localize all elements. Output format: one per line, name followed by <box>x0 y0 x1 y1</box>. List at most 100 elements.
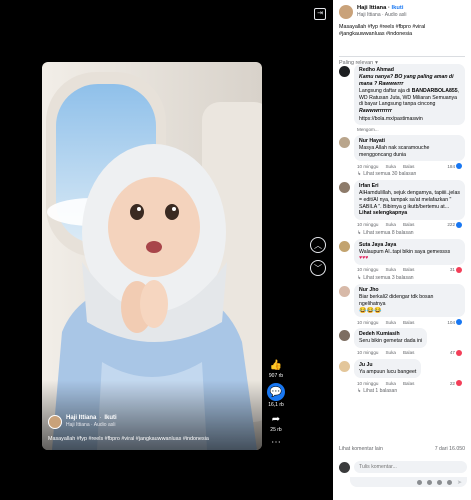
like-button[interactable]: Suka <box>385 222 395 227</box>
view-replies-link[interactable]: ↳ Lihat semua 3 balasan <box>354 273 465 281</box>
comment-text: Biar berkali2 didengar tdk bosan ngeliha… <box>359 293 434 307</box>
comment-count-summary: 7 dari 16.050 <box>434 446 465 452</box>
view-replies-label: Lihat semua 30 balasan <box>363 171 417 178</box>
comment-author[interactable]: Irfan Eri <box>359 183 460 189</box>
comment-text: BANDARBOLA855 <box>411 88 458 95</box>
view-replies-link[interactable]: ↳ Lihat semua 8 balasan <box>354 228 465 236</box>
video-actions: 👍 907 rb 💬 16,1 rb ➦ 25 rb ⋯ <box>265 358 287 448</box>
video-caption: Masayallah #fyp #reels #fbpro #viral #ja… <box>48 436 209 442</box>
avatar[interactable] <box>48 415 62 429</box>
reply-button[interactable]: Balas <box>403 267 415 272</box>
comment-icon: 💬 <box>267 383 285 401</box>
camera-icon[interactable] <box>436 479 442 485</box>
collapse-icon[interactable]: ⇥ <box>314 8 326 20</box>
reaction-count[interactable]: 31 <box>450 266 462 273</box>
reply-arrow-icon: ↳ <box>357 171 362 178</box>
comment-input[interactable] <box>354 461 467 473</box>
comment-time: 10 minggu <box>357 267 379 273</box>
like-button[interactable]: Suka <box>385 350 395 355</box>
comment-item: Redho Ahmad Kamu nanya? BO yang paling a… <box>333 64 471 132</box>
emoji-icon[interactable] <box>426 479 432 485</box>
more-icon[interactable]: ⋯ <box>271 438 281 448</box>
chevron-up-icon: ︿ <box>314 240 322 250</box>
reaction-count-value: 47 <box>449 350 455 356</box>
comment-time: Mengom... <box>357 127 379 133</box>
see-more-link[interactable]: Lihat selengkapnya <box>359 210 407 216</box>
separator-dot: · <box>387 5 390 11</box>
comment-item: Dedeh Kumiasih Seru bikin gemetar dada i… <box>333 328 471 356</box>
comment-author[interactable]: Dedeh Kumiasih <box>359 331 422 337</box>
like-button[interactable]: Suka <box>385 267 395 272</box>
comment-bubble: Dedeh Kumiasih Seru bikin gemetar dada i… <box>354 328 428 348</box>
comment-time: 10 minggu <box>357 222 379 228</box>
view-replies-label: Lihat 1 balasan <box>363 388 398 395</box>
share-action[interactable]: ➦ 25 rb <box>269 412 283 434</box>
comment-author[interactable]: Ju Ju <box>359 362 416 368</box>
view-replies-link[interactable]: ↳ Lihat 1 balasan <box>354 386 465 394</box>
avatar[interactable] <box>339 5 353 19</box>
comment-bubble: Suta Jaya Jaya Walaupum AI..tapi bikin s… <box>354 238 465 265</box>
reaction-count-value: 22 <box>449 380 455 386</box>
sticker-icon[interactable] <box>416 479 422 485</box>
avatar[interactable] <box>339 360 350 372</box>
like-reaction-icon <box>456 163 462 170</box>
reaction-count[interactable]: 222 <box>447 221 462 228</box>
comment-time: 10 minggu <box>357 350 379 356</box>
avatar[interactable] <box>339 330 350 342</box>
reply-button[interactable]: Balas <box>403 222 415 227</box>
send-icon[interactable]: ➤ <box>457 479 462 486</box>
reply-button[interactable]: Balas <box>403 320 415 325</box>
post-audio-label[interactable]: Haji Ittiana · Audio asli <box>357 12 406 18</box>
comment-author[interactable]: Nur Jho <box>359 287 460 293</box>
reaction-count[interactable]: 47 <box>449 349 462 356</box>
comment-item: Ju Ju Ya ampuun lucu bangeet 10 minggu S… <box>333 358 471 394</box>
video-author: Haji Ittiana · Ikuti Haji Ittiana · Audi… <box>48 415 117 429</box>
comment-author[interactable]: Redho Ahmad <box>359 67 460 73</box>
reaction-count-value: 184 <box>447 163 455 169</box>
reaction-count[interactable]: 184 <box>447 163 462 170</box>
reaction-count-value: 104 <box>447 319 455 325</box>
avatar[interactable] <box>339 240 350 252</box>
comment-composer <box>339 461 467 473</box>
comment-text: Kamu nanya? BO yang paling aman di mana … <box>359 74 454 87</box>
comment-author[interactable]: Nur Hayati <box>359 138 460 144</box>
reply-button[interactable]: Balas <box>403 381 415 386</box>
post-author-name[interactable]: Haji Ittiana <box>357 5 386 11</box>
more-comments-link[interactable]: Lihat komentar lain <box>339 446 383 452</box>
reply-button[interactable]: Balas <box>403 350 415 355</box>
reply-arrow-icon: ↳ <box>357 229 362 236</box>
share-icon: ➦ <box>271 413 281 425</box>
comment-item: Suta Jaya Jaya Walaupum AI..tapi bikin s… <box>333 238 471 281</box>
video-player[interactable] <box>42 62 262 450</box>
next-video-button[interactable]: ﹀ <box>310 260 326 276</box>
avatar[interactable] <box>339 182 350 194</box>
reaction-count[interactable]: 22 <box>449 380 462 387</box>
comment-text: Ya ampuun lucu bangeet <box>359 368 417 375</box>
video-author-name[interactable]: Haji Ittiana <box>66 415 96 421</box>
video-audio-label[interactable]: Haji Ittiana · Audio asli <box>66 422 117 428</box>
previous-video-button[interactable]: ︿ <box>310 237 326 253</box>
view-replies-label: Lihat semua 3 balasan <box>363 274 414 281</box>
like-button[interactable]: Suka <box>385 320 395 325</box>
follow-button[interactable]: Ikuti <box>104 415 116 421</box>
avatar[interactable] <box>339 285 350 297</box>
comment-item: Nur Jho Biar berkali2 didengar tdk bosan… <box>333 283 471 326</box>
reaction-count-value: 222 <box>447 222 455 228</box>
reaction-count[interactable]: 104 <box>447 319 462 326</box>
view-replies-link[interactable]: ↳ Lihat semua 30 balasan <box>354 169 465 177</box>
like-button[interactable]: Suka <box>385 164 395 169</box>
avatar[interactable] <box>339 137 350 149</box>
comments-panel: Haji Ittiana · Ikuti Haji Ittiana · Audi… <box>333 0 471 500</box>
reply-button[interactable]: Balas <box>403 164 415 169</box>
comment-time: 10 minggu <box>357 319 379 325</box>
like-button[interactable]: Suka <box>385 381 395 386</box>
follow-button[interactable]: Ikuti <box>392 5 404 11</box>
comment-text: AlHamdulillah, sejuk dengarnya, tapiiii.… <box>359 190 460 210</box>
gif-icon[interactable] <box>446 479 452 485</box>
comment-author[interactable]: Suta Jaya Jaya <box>359 242 460 248</box>
comment-action[interactable]: 💬 16,1 rb <box>267 383 285 408</box>
like-action[interactable]: 👍 907 rb <box>269 358 283 380</box>
avatar[interactable] <box>339 66 350 77</box>
like-reaction-icon <box>456 319 462 326</box>
comment-link[interactable]: https://bola.mx/pastimaswin <box>359 116 460 123</box>
